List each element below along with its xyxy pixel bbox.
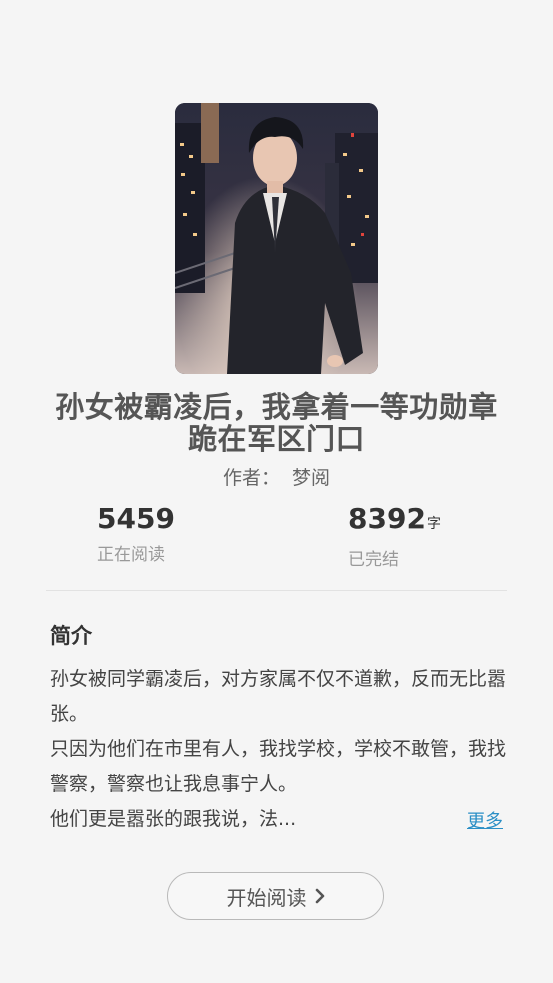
book-title-line-1: 孙女被霸凌后，我拿着一等功勋章 — [55, 390, 498, 424]
intro-paragraph-2: 只因为他们在市里有人，我找学校，学校不敢管，我找警察，警察也让我息事宁人。 — [50, 738, 507, 795]
author-label: 作者： — [222, 467, 280, 489]
completion-status-label: 已完结 — [348, 550, 399, 570]
reading-count-value: 5459 — [97, 502, 175, 535]
word-count-value: 8392 — [348, 502, 426, 535]
author-name: 梦阅 — [292, 467, 331, 489]
reading-count-stat: 5459 正在阅读 — [97, 502, 175, 565]
more-link[interactable]: 更多 — [467, 807, 503, 833]
reading-count-label: 正在阅读 — [97, 545, 165, 565]
intro-heading: 简介 — [50, 624, 92, 648]
word-count-stat: 8392字 已完结 — [348, 502, 441, 570]
cover-illustration — [175, 103, 378, 374]
start-reading-button[interactable]: 开始阅读 — [167, 872, 384, 920]
word-count-unit: 字 — [426, 516, 441, 532]
intro-paragraph-3: 他们更是嚣张的跟我说，法... — [50, 808, 297, 830]
section-divider — [46, 590, 507, 591]
book-cover — [175, 103, 378, 374]
start-reading-label: 开始阅读 — [226, 885, 307, 910]
chevron-right-icon — [315, 888, 325, 904]
intro-text: 孙女被同学霸凌后，对方家属不仅不道歉，反而无比嚣张。 只因为他们在市里有人，我找… — [50, 662, 510, 837]
book-title: 孙女被霸凌后，我拿着一等功勋章 跪在军区门口 — [30, 391, 523, 455]
book-title-line-2: 跪在军区门口 — [187, 422, 365, 456]
author-line: 作者： 梦阅 — [0, 463, 553, 490]
intro-paragraph-1: 孙女被同学霸凌后，对方家属不仅不道歉，反而无比嚣张。 — [50, 668, 507, 725]
